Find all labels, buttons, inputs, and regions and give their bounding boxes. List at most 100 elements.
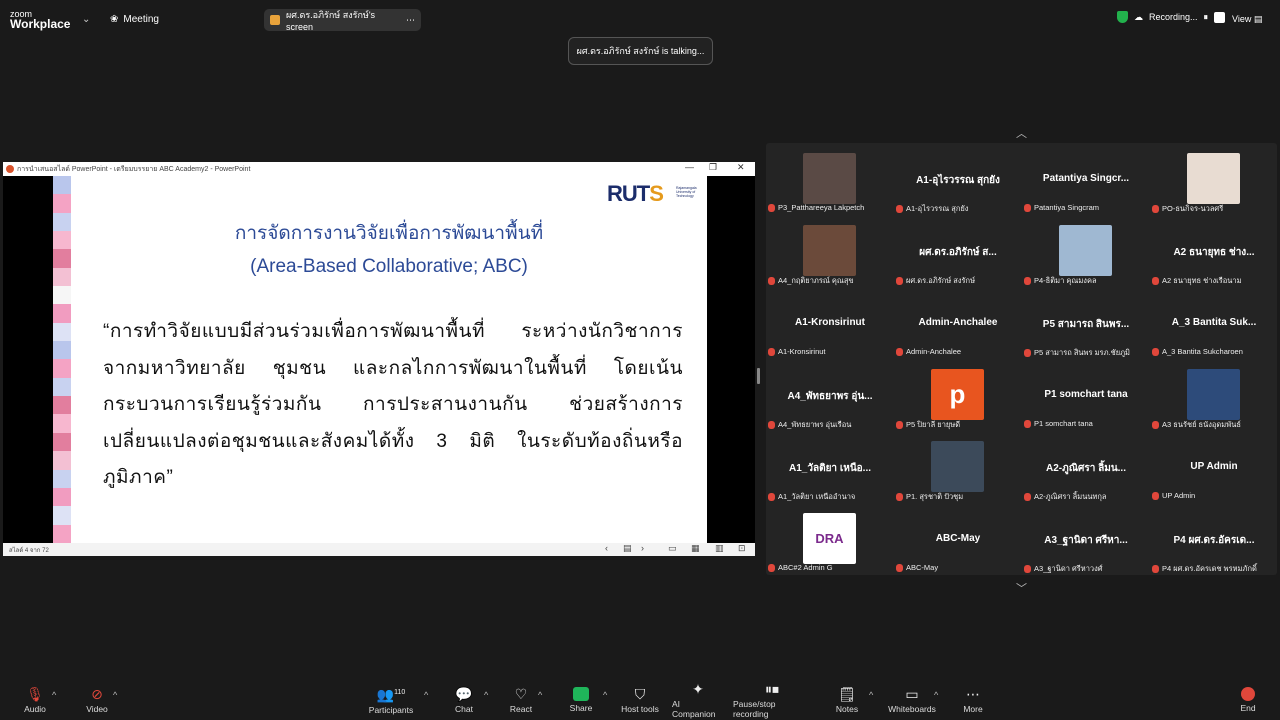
meeting-info-button[interactable]: ❀ Meeting <box>110 14 159 25</box>
ai-companion-button[interactable]: ✦ AI Companion <box>672 680 724 720</box>
prev-slide-icon[interactable]: ‹ <box>605 543 608 553</box>
mic-muted-icon <box>896 563 903 572</box>
participant-tile[interactable]: P4 ผศ.ดร.อัครเด... P4 ผศ.ดร.อัครเดช พรหมภ… <box>1150 503 1278 575</box>
sorter-view-icon[interactable]: ▦ <box>691 543 700 554</box>
chat-button[interactable]: 💬 Chat <box>452 680 476 720</box>
zoom-logo: Workplace <box>10 17 71 31</box>
participant-tile[interactable]: A3 ธนรัชย์ ธนังอุดมพันธ์ <box>1150 359 1278 431</box>
mic-muted-icon <box>768 203 775 212</box>
share-button[interactable]: Share <box>567 680 595 720</box>
share-caret[interactable]: ^ <box>603 690 607 700</box>
pause-recording-button[interactable]: ⏸⏹ Pause/stop recording <box>733 680 811 720</box>
screen-share-pill[interactable]: ผศ.ดร.อภิรักษ์ สงรักษ์'s screen ⋯ <box>264 9 421 32</box>
participant-tile[interactable]: A2-ภูณิศรา ลิ้มน... A2-ภูณิศรา ลิ้มนนทกุล <box>1022 431 1150 503</box>
video-options-caret[interactable]: ^ <box>113 690 117 700</box>
participant-tile[interactable]: ผศ.ดร.อภิรักษ์ ส... ผศ.ดร.อภิรักษ์ สงรักษ… <box>894 215 1022 287</box>
chevron-up-icon[interactable]: ︿ <box>1016 125 1027 141</box>
participant-avatar-text: DRA <box>815 531 844 546</box>
chevron-down-icon[interactable]: ⌄ <box>82 14 90 25</box>
notes-caret[interactable]: ^ <box>869 690 873 700</box>
participant-label-text: ABC#2 Admin G <box>778 563 833 572</box>
participant-tile[interactable]: PO-ธนกิจร-นวลศรี <box>1150 143 1278 215</box>
shield-icon: ⛉ <box>634 686 646 702</box>
participant-label-text: A3 ธนรัชย์ ธนังอุดมพันธ์ <box>1162 420 1241 429</box>
participant-name: A_3 Bantita Suk... <box>1171 317 1257 328</box>
participant-label: A4_กฤติยาภรณ์ คุณสุข <box>768 275 854 287</box>
restore-icon[interactable]: ❐ <box>709 162 717 173</box>
participant-tile[interactable]: A2 ธนายุทธ ช่าง... A2 ธนายุทธ ช่างเรือนาม <box>1150 215 1278 287</box>
participant-name: ผศ.ดร.อภิรักษ์ ส... <box>919 247 997 258</box>
mic-muted-icon <box>1152 421 1159 429</box>
notes-button[interactable]: 🗒 Notes <box>835 680 859 720</box>
participant-tile[interactable]: P1. สุรชาติ ปัวชุม <box>894 431 1022 503</box>
share-screen-icon <box>573 687 589 701</box>
end-button[interactable]: End <box>1236 680 1260 720</box>
react-button[interactable]: ♡ React <box>508 680 534 720</box>
participant-tile[interactable]: P5 สามารถ สินพร... P5 สามารถ สินพร มรภ.ชั… <box>1022 287 1150 359</box>
participant-tile[interactable]: UP Admin UP Admin <box>1150 431 1278 503</box>
minimize-icon[interactable]: — <box>685 162 694 172</box>
top-bar: zoom Workplace ⌄ ❀ Meeting ผศ.ดร.อภิรักษ… <box>0 0 1280 40</box>
participant-tile[interactable]: P1 somchart tana P1 somchart tana <box>1022 359 1150 431</box>
more-label: More <box>963 704 983 714</box>
chat-caret[interactable]: ^ <box>484 690 488 700</box>
whiteboard-icon: ▭ <box>905 686 919 702</box>
mic-muted-icon <box>896 493 903 501</box>
participant-label-text: A4_กฤติยาภรณ์ คุณสุข <box>778 276 854 285</box>
stop-icon[interactable] <box>1214 11 1226 23</box>
close-icon[interactable]: ✕ <box>737 162 745 173</box>
participant-tile[interactable]: A_3 Bantita Suk... A_3 Bantita Sukcharoen <box>1150 287 1278 359</box>
participant-name: A3_ฐานิดา ศรีหา... <box>1044 535 1128 546</box>
participant-tile[interactable]: Admin-Anchalee Admin-Anchalee <box>894 287 1022 359</box>
audio-button[interactable]: 🎙 Audio <box>20 680 50 720</box>
end-label: End <box>1240 703 1256 713</box>
participant-label: ผศ.ดร.อภิรักษ์ สงรักษ์ <box>896 275 975 287</box>
mic-muted-icon <box>1152 565 1159 573</box>
whiteboards-caret[interactable]: ^ <box>934 690 938 700</box>
participant-tile[interactable]: A4_พัทธยาพร อุ่น... A4_พัทธยาพร อุ่นเรือน <box>766 359 894 431</box>
participant-label: PO-ธนกิจร-นวลศรี <box>1152 203 1223 215</box>
react-caret[interactable]: ^ <box>538 690 542 700</box>
slide-title: การจัดการงานวิจัยเพื่อการพัฒนาพื้นที่ <box>234 223 544 244</box>
react-label: React <box>509 704 533 714</box>
participant-tile[interactable]: A3_ฐานิดา ศรีหา... A3_ฐานิดา ศรีหาวงศ์ <box>1022 503 1150 575</box>
mic-muted-icon <box>896 205 903 213</box>
participants-caret[interactable]: ^ <box>424 690 428 700</box>
slideshow-icon[interactable]: ⊡ <box>738 543 746 554</box>
participant-tile[interactable]: A4_กฤติยาภรณ์ คุณสุข <box>766 215 894 287</box>
participant-tile[interactable]: DRA ABC#2 Admin G <box>766 503 894 575</box>
participant-tile[interactable]: A1-อุไรวรรณ สุกยัง A1-อุไรวรรณ สุกยัง <box>894 143 1022 215</box>
participant-tile[interactable]: ABC-May ABC-May <box>894 503 1022 575</box>
whiteboards-label: Whiteboards <box>888 704 936 714</box>
host-tools-button[interactable]: ⛉ Host tools <box>620 680 660 720</box>
participant-tile[interactable]: P3_Patthareeya Lakpetch <box>766 143 894 215</box>
participant-label: A3_ฐานิดา ศรีหาวงศ์ <box>1024 563 1103 575</box>
participants-label: Participants <box>368 704 414 715</box>
participant-tile[interactable]: A1_วัลติยา เหนือ... A1_วัลติยา เหนืออำนาจ <box>766 431 894 503</box>
participant-label-text: ผศ.ดร.อภิรักษ์ สงรักษ์ <box>906 276 976 285</box>
participants-icon: 👥110 <box>376 686 406 703</box>
more-button[interactable]: ⋯ More <box>960 680 986 720</box>
next-slide-icon[interactable]: › <box>641 543 644 553</box>
whiteboards-button[interactable]: ▭ Whiteboards <box>888 680 936 720</box>
more-options-icon[interactable]: ⋯ <box>406 15 415 26</box>
participant-label: Admin-Anchalee <box>896 347 961 356</box>
participant-tile[interactable]: P4-ธิติมา คุณมงคล <box>1022 215 1150 287</box>
participant-tile[interactable]: p P5 ปิยาลี ยายุษดี <box>894 359 1022 431</box>
reading-view-icon[interactable]: ▥ <box>715 543 724 554</box>
participant-label: A2 ธนายุทธ ช่างเรือนาม <box>1152 275 1242 287</box>
participant-tile[interactable]: Patantiya Singcr... Patantiya Singcram <box>1022 143 1150 215</box>
pause-icon[interactable]: ⏸ <box>1204 12 1209 23</box>
participants-button[interactable]: 👥110 Participants <box>368 680 414 720</box>
participant-tile[interactable]: A1-Kronsirinut A1-Kronsirinut <box>766 287 894 359</box>
resize-handle[interactable] <box>757 368 760 384</box>
slide-list-icon[interactable]: ▤ <box>623 543 632 554</box>
video-button[interactable]: ⊘ Video <box>82 680 112 720</box>
view-button[interactable]: View ▤ <box>1232 14 1262 25</box>
chevron-down-icon[interactable]: ﹀ <box>1016 580 1027 596</box>
participant-label-text: P1 somchart tana <box>1034 419 1093 428</box>
audio-options-caret[interactable]: ^ <box>52 690 56 700</box>
chat-label: Chat <box>455 704 473 714</box>
participant-label: A1_วัลติยา เหนืออำนาจ <box>768 491 855 503</box>
normal-view-icon[interactable]: ▭ <box>668 543 677 554</box>
